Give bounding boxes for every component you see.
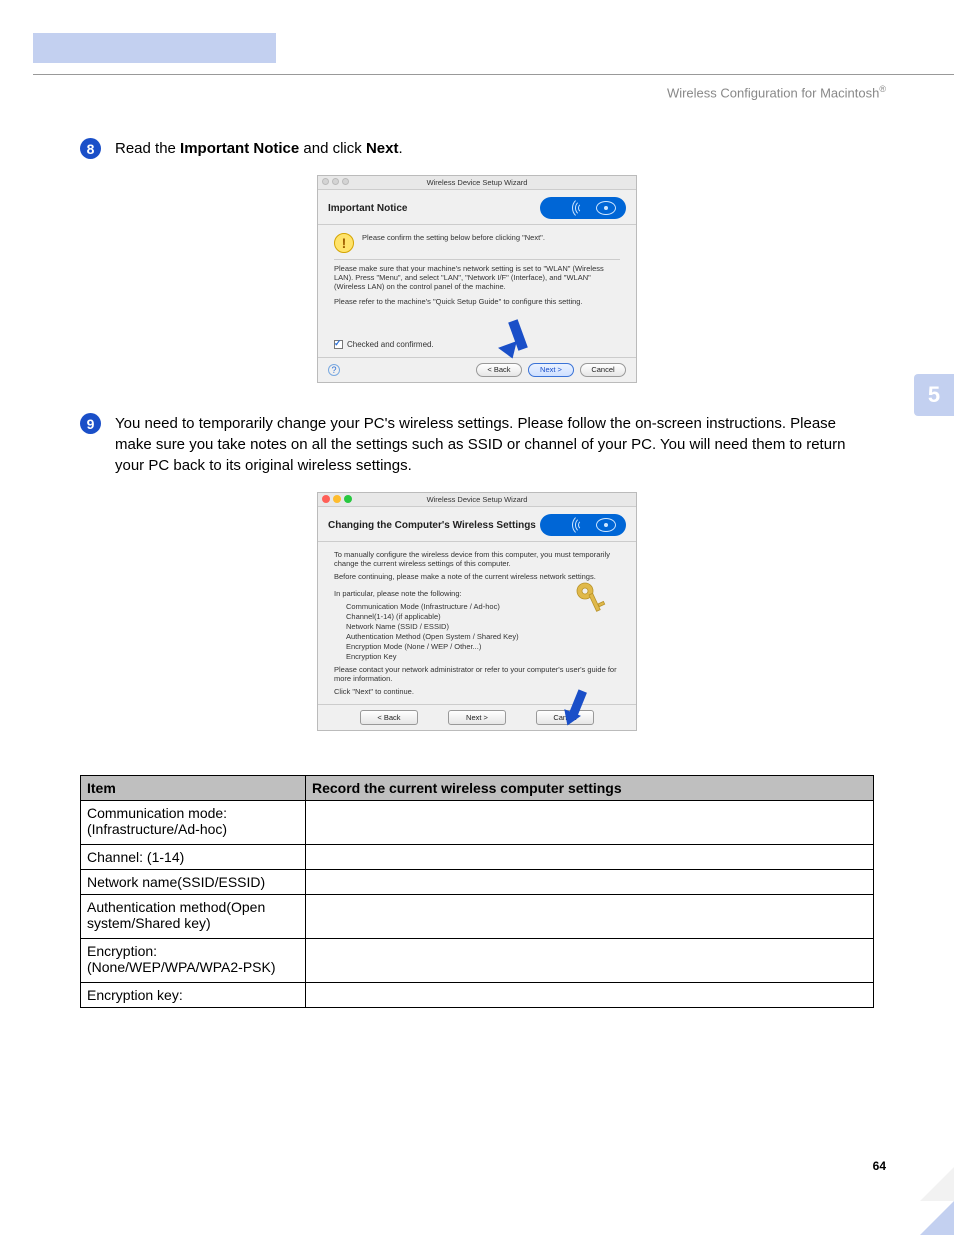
- cell-blank: [306, 845, 874, 870]
- wizard1-line1: Please confirm the setting below before …: [362, 233, 545, 242]
- chapter-tab: 5: [914, 374, 954, 416]
- warning-icon: !: [334, 233, 354, 253]
- step-8: 8 Read the Important Notice and click Ne…: [80, 138, 874, 159]
- wizard2-titlebar: Wireless Device Setup Wizard: [318, 493, 636, 507]
- step-9-number: 9: [80, 413, 101, 434]
- wifi-logo-icon: [540, 197, 626, 219]
- wizard2-window-title: Wireless Device Setup Wizard: [427, 495, 528, 504]
- wizard-changing-settings: Wireless Device Setup Wizard Changing th…: [317, 492, 637, 731]
- cell-blank: [306, 939, 874, 983]
- wizard2-body: To manually configure the wireless devic…: [318, 542, 636, 704]
- table-row: Communication mode:(Infrastructure/Ad-ho…: [81, 801, 874, 845]
- table-row: Encryption key:: [81, 983, 874, 1008]
- wizard2-p4: Please contact your network administrato…: [334, 665, 620, 683]
- s8-b1: Important Notice: [180, 140, 299, 157]
- s8-t2: and click: [299, 140, 366, 157]
- arrow-icon: [573, 690, 582, 718]
- cell-auth: Authentication method(Open system/Shared…: [81, 895, 306, 939]
- key-icon: [574, 580, 610, 618]
- chapter-number: 5: [928, 382, 940, 408]
- cell-blank: [306, 801, 874, 845]
- wizard1-titlebar: Wireless Device Setup Wizard: [318, 176, 636, 190]
- top-decorative-band: [33, 33, 276, 63]
- wizard1-checkbox-row[interactable]: Checked and confirmed.: [334, 340, 620, 349]
- s8-t3: .: [398, 140, 402, 157]
- cell-blank: [306, 895, 874, 939]
- wizard1-header-title: Important Notice: [328, 203, 407, 214]
- next-button[interactable]: Next >: [448, 710, 506, 725]
- wizard1-para1: Please make sure that your machine's net…: [334, 264, 620, 291]
- wizard2-p1: To manually configure the wireless devic…: [334, 550, 620, 568]
- step-9-text: You need to temporarily change your PC's…: [115, 413, 874, 476]
- cell-comm-mode: Communication mode:(Infrastructure/Ad-ho…: [81, 801, 306, 845]
- table-row: Network name(SSID/ESSID): [81, 870, 874, 895]
- list-i4: Authentication Method (Open System / Sha…: [346, 632, 620, 641]
- wizard2-button-bar: < Back Next > Cancel: [318, 704, 636, 730]
- s8-b2: Next: [366, 140, 399, 157]
- table-row: Authentication method(Open system/Shared…: [81, 895, 874, 939]
- settings-record-table: Item Record the current wireless compute…: [80, 775, 874, 1008]
- cell-ssid: Network name(SSID/ESSID): [81, 870, 306, 895]
- step-9: 9 You need to temporarily change your PC…: [80, 413, 874, 476]
- step-8-text: Read the Important Notice and click Next…: [115, 138, 403, 159]
- cell-enc-key: Encryption key:: [81, 983, 306, 1008]
- cell-channel: Channel: (1-14): [81, 845, 306, 870]
- wifi-logo-icon: [540, 514, 626, 536]
- page-corner-fold: [920, 1201, 954, 1235]
- table-header-item: Item: [81, 776, 306, 801]
- cell-blank: [306, 870, 874, 895]
- header-rule: [33, 74, 954, 75]
- list-i3: Network Name (SSID / ESSID): [346, 622, 620, 631]
- back-button[interactable]: < Back: [360, 710, 418, 725]
- step-8-number: 8: [80, 138, 101, 159]
- wizard1-header: Important Notice: [318, 190, 636, 225]
- header-text: Wireless Configuration for Macintosh: [667, 85, 879, 100]
- wizard1-para2: Please refer to the machine's "Quick Set…: [334, 297, 620, 306]
- table-header-record: Record the current wireless computer set…: [306, 776, 874, 801]
- help-icon[interactable]: ?: [328, 364, 340, 376]
- wizard2-header: Changing the Computer's Wireless Setting…: [318, 507, 636, 542]
- table-row: Channel: (1-14): [81, 845, 874, 870]
- content-area: 8 Read the Important Notice and click Ne…: [80, 138, 874, 1008]
- page-number: 64: [873, 1159, 886, 1173]
- next-button[interactable]: Next >: [528, 363, 574, 377]
- list-i6: Encryption Key: [346, 652, 620, 661]
- mac-traffic-lights: [322, 495, 352, 503]
- table-header-row: Item Record the current wireless compute…: [81, 776, 874, 801]
- wizard-important-notice: Wireless Device Setup Wizard Important N…: [317, 175, 637, 383]
- cell-encryption: Encryption:(None/WEP/WPA/WPA2-PSK): [81, 939, 306, 983]
- checkbox-icon[interactable]: [334, 340, 343, 349]
- cell-blank: [306, 983, 874, 1008]
- s8-t1: Read the: [115, 140, 180, 157]
- arrow-icon: [513, 320, 523, 350]
- header-suffix: ®: [879, 84, 886, 94]
- wizard1-body: ! Please confirm the setting below befor…: [318, 225, 636, 357]
- cancel-button[interactable]: Cancel: [580, 363, 626, 377]
- wizard2-header-title: Changing the Computer's Wireless Setting…: [328, 520, 536, 531]
- table-row: Encryption:(None/WEP/WPA/WPA2-PSK): [81, 939, 874, 983]
- wizard1-checkbox-label: Checked and confirmed.: [347, 340, 434, 349]
- wizard1-button-bar: ? < Back Next > Cancel: [318, 357, 636, 382]
- mac-traffic-lights: [322, 178, 349, 185]
- wizard1-window-title: Wireless Device Setup Wizard: [427, 178, 528, 187]
- page-header-title: Wireless Configuration for Macintosh®: [667, 84, 886, 100]
- list-i5: Encryption Mode (None / WEP / Other...): [346, 642, 620, 651]
- back-button[interactable]: < Back: [476, 363, 522, 377]
